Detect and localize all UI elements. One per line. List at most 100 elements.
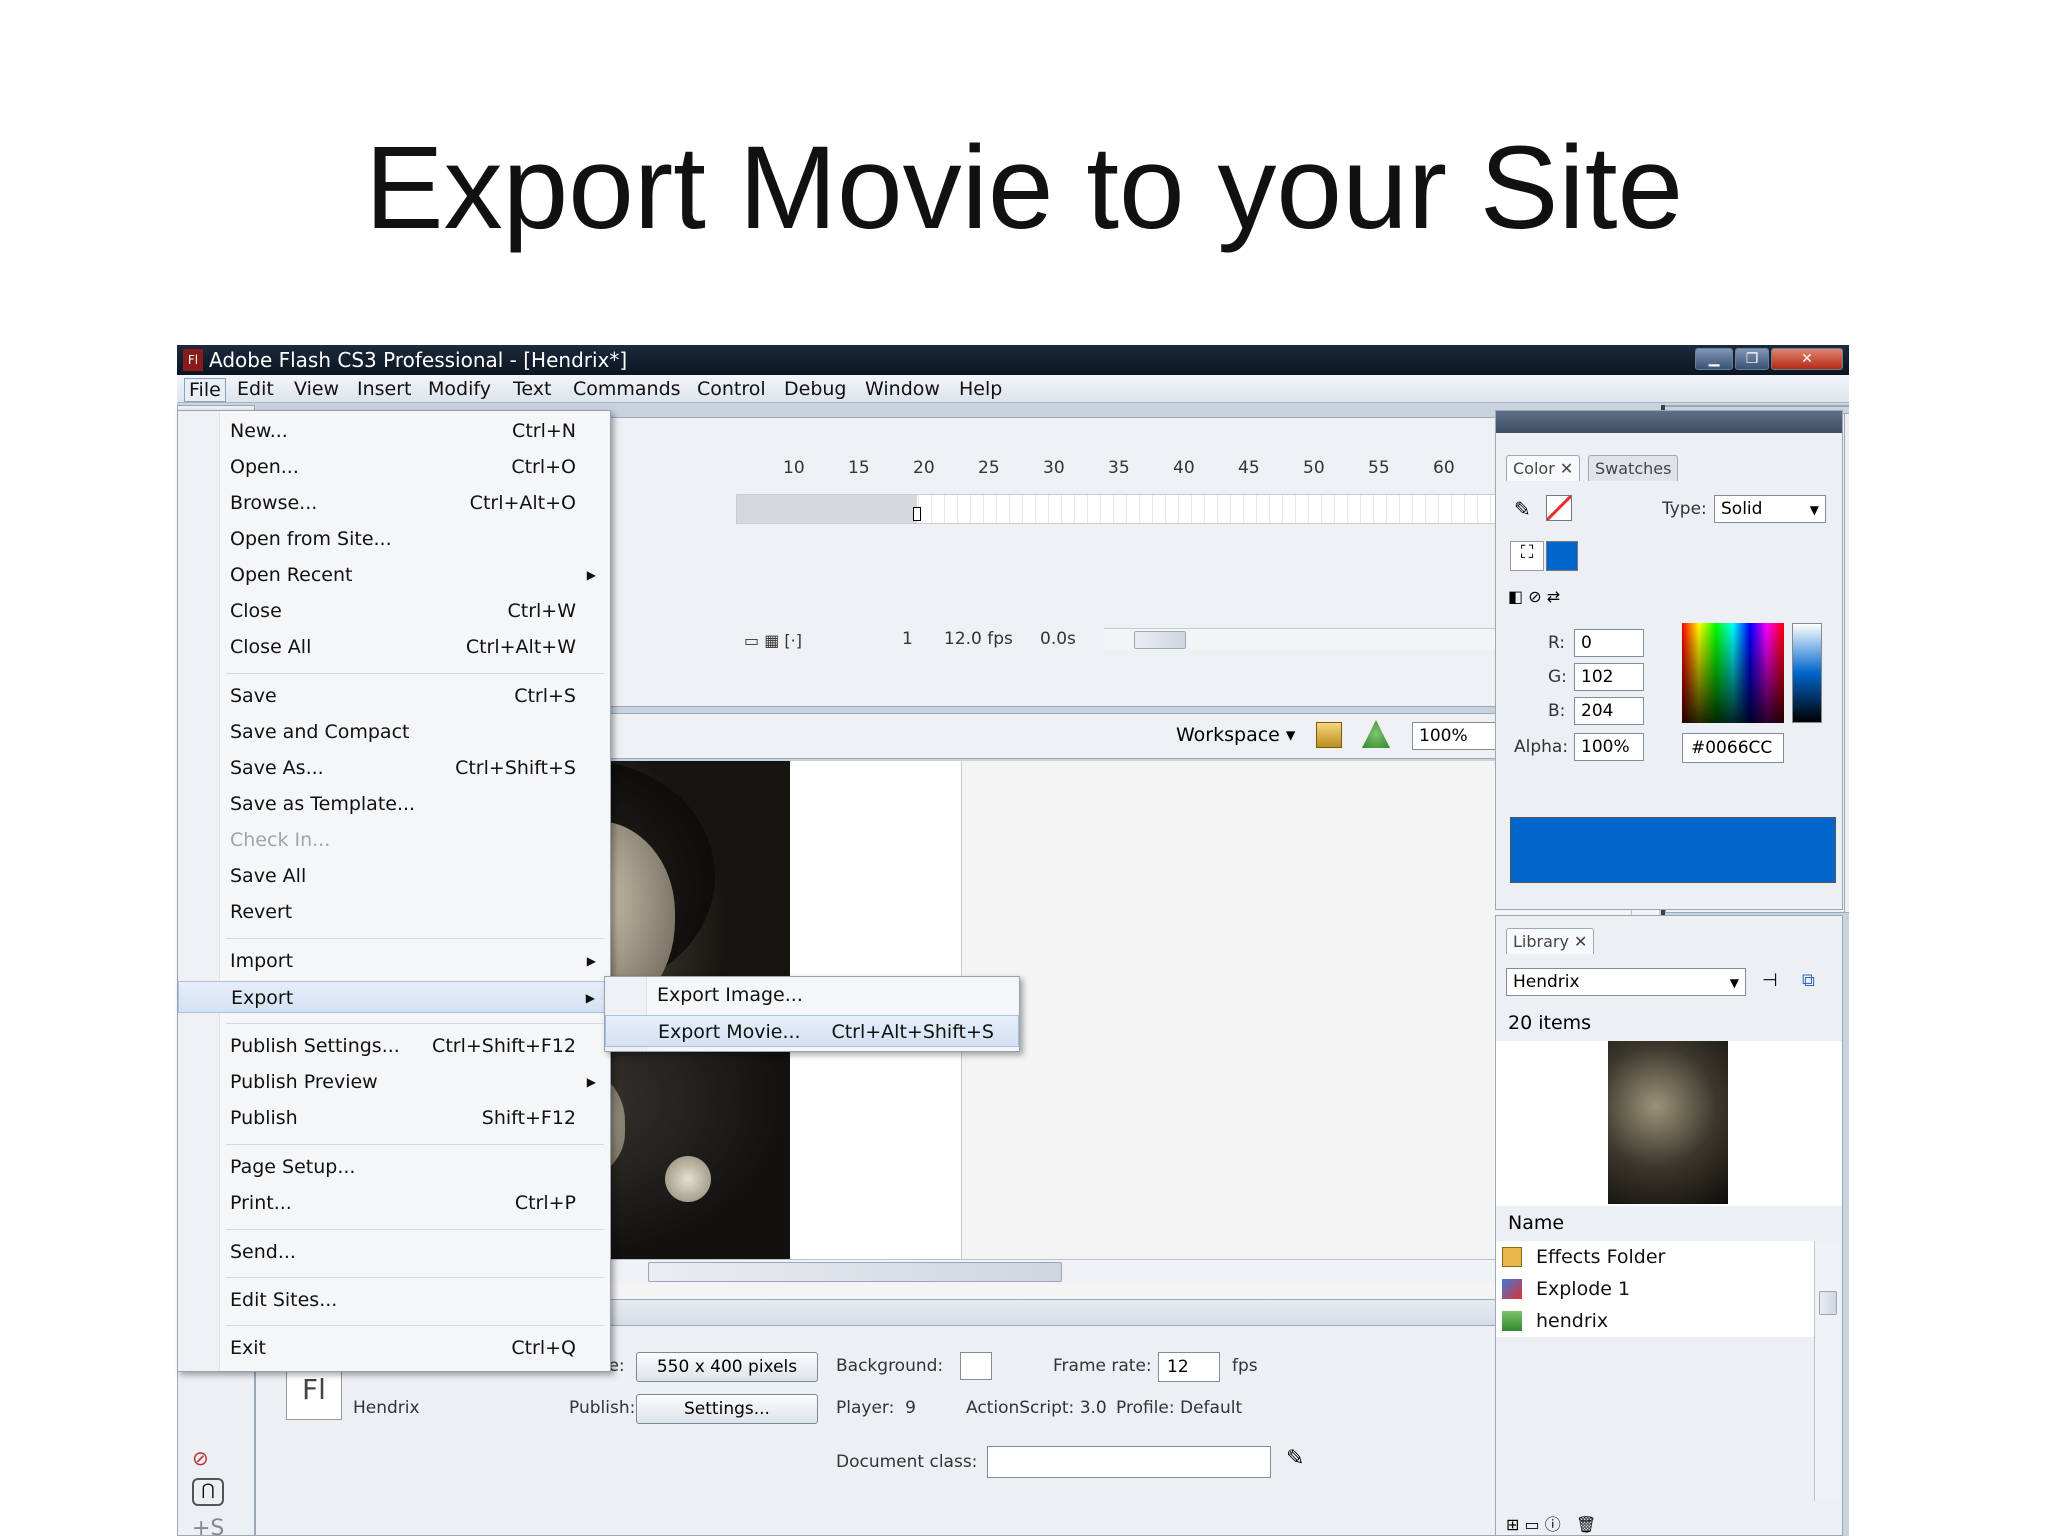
default-colors-icon[interactable]: ◧ ⊘ ⇄ (1508, 587, 1560, 606)
menu-item-revert[interactable]: Revert (178, 896, 610, 928)
menu-item-open[interactable]: Open... Ctrl+O (178, 451, 610, 483)
brightness-slider[interactable] (1792, 623, 1822, 723)
size-button[interactable]: 550 x 400 pixels (636, 1352, 818, 1382)
zoom-value: 100% (1419, 726, 1468, 746)
stroke-color-icon[interactable]: ✎ (1514, 497, 1531, 521)
menu-window[interactable]: Window (861, 378, 944, 400)
snap-magnet-icon[interactable]: ⋂ (192, 1478, 224, 1506)
menu-item-shortcut: Ctrl+Alt+O (469, 492, 576, 514)
add-layer-icon[interactable]: ▭ ▦ [·] (744, 631, 802, 650)
edit-scene-icon[interactable] (1316, 722, 1342, 748)
library-document-select[interactable]: Hendrix ▼ (1506, 968, 1746, 996)
color-panel: Color ✕ Swatches ✎ Type: Solid ▼ ⛶ ◧ ⊘ ⇄ … (1495, 410, 1843, 910)
scroll-thumb[interactable] (1134, 631, 1186, 649)
menu-item-page-setup[interactable]: Page Setup... (178, 1151, 610, 1183)
player-label: Player: (836, 1398, 895, 1418)
settings-button[interactable]: Settings... (636, 1394, 818, 1424)
menu-item-save-and-compact[interactable]: Save and Compact (178, 716, 610, 748)
edit-class-pencil-icon[interactable]: ✎ (1286, 1446, 1304, 1471)
menu-debug[interactable]: Debug (780, 378, 850, 400)
menu-item-save-all[interactable]: Save All (178, 860, 610, 892)
background-color-swatch[interactable] (960, 1352, 992, 1380)
menu-item-publish[interactable]: Publish Shift+F12 (178, 1102, 610, 1134)
fill-swatch[interactable] (1546, 541, 1578, 571)
menu-commands[interactable]: Commands (569, 378, 685, 400)
close-button[interactable]: ✕ (1771, 348, 1843, 370)
library-document-value: Hendrix (1513, 972, 1580, 992)
library-vscroll[interactable] (1814, 1241, 1840, 1501)
list-item[interactable]: Explode 1 (1496, 1273, 1814, 1305)
menu-item-publish-settings[interactable]: Publish Settings... Ctrl+Shift+F12 (178, 1030, 610, 1062)
tab-color[interactable]: Color ✕ (1506, 455, 1581, 481)
menu-item-export-image[interactable]: Export Image... (605, 979, 1019, 1011)
new-symbol-icon[interactable]: ⊞ ▭ ⓘ 🗑 (1506, 1511, 1596, 1535)
framerate-input[interactable]: 12 (1158, 1352, 1220, 1382)
no-color-icon[interactable]: ⊘ (192, 1446, 209, 1470)
b-input[interactable]: 204 (1574, 697, 1644, 725)
list-item-label: Explode 1 (1536, 1278, 1631, 1300)
menu-item-open-from-site[interactable]: Open from Site... (178, 523, 610, 555)
window-titlebar: Fl Adobe Flash CS3 Professional - [Hendr… (177, 345, 1849, 375)
smooth-icon[interactable]: +S (192, 1516, 224, 1536)
movieclip-icon (1502, 1279, 1522, 1299)
player-value: 9 (905, 1398, 916, 1418)
menu-item-export[interactable]: Export ▶ (178, 981, 610, 1013)
menu-item-publish-preview[interactable]: Publish Preview ▶ (178, 1066, 610, 1098)
fill-type-select[interactable]: Solid ▼ (1714, 495, 1826, 523)
list-item[interactable]: Effects Folder (1496, 1241, 1814, 1273)
timeline-frames[interactable] (736, 494, 1616, 524)
tab-library[interactable]: Library ✕ (1506, 928, 1595, 954)
menu-view[interactable]: View (290, 378, 343, 400)
scroll-thumb[interactable] (1819, 1291, 1837, 1315)
menu-modify[interactable]: Modify (424, 378, 495, 400)
workspace-dropdown[interactable]: Workspace ▾ (1176, 724, 1295, 746)
menu-control[interactable]: Control (693, 378, 770, 400)
menu-item-label: Print... (230, 1192, 292, 1214)
menu-item-close-all[interactable]: Close All Ctrl+Alt+W (178, 631, 610, 663)
slide-title: Export Movie to your Site (364, 122, 1684, 254)
menu-separator (226, 1229, 604, 1230)
fill-bucket-icon[interactable]: ⛶ (1510, 541, 1544, 571)
menu-help[interactable]: Help (955, 378, 1006, 400)
menu-item-print[interactable]: Print... Ctrl+P (178, 1187, 610, 1219)
menu-item-open-recent[interactable]: Open Recent ▶ (178, 559, 610, 591)
menu-item-close[interactable]: Close Ctrl+W (178, 595, 610, 627)
menu-item-export-movie[interactable]: Export Movie... Ctrl+Alt+Shift+S (605, 1015, 1019, 1047)
library-name-header[interactable]: Name (1508, 1212, 1564, 1234)
r-input[interactable]: 0 (1574, 629, 1644, 657)
tab-swatches[interactable]: Swatches (1588, 455, 1679, 481)
menu-item-label: Publish Settings... (230, 1035, 400, 1057)
menu-item-new[interactable]: New... Ctrl+N (178, 415, 610, 447)
menu-item-save-as-template[interactable]: Save as Template... (178, 788, 610, 820)
menu-item-save-as[interactable]: Save As... Ctrl+Shift+S (178, 752, 610, 784)
color-spectrum[interactable] (1682, 623, 1784, 723)
edit-symbols-icon[interactable] (1362, 720, 1390, 748)
menu-item-send[interactable]: Send... (178, 1236, 610, 1268)
list-item[interactable]: hendrix (1496, 1305, 1814, 1337)
restore-button[interactable]: ❐ (1735, 348, 1769, 370)
stroke-swatch[interactable] (1546, 495, 1572, 521)
folder-icon (1502, 1247, 1522, 1267)
menu-file[interactable]: File (184, 378, 226, 402)
ruler-tick-label: 25 (978, 458, 1000, 478)
menu-item-edit-sites[interactable]: Edit Sites... (178, 1284, 610, 1316)
g-input[interactable]: 102 (1574, 663, 1644, 691)
hex-input[interactable]: #0066CC (1682, 733, 1784, 763)
menu-item-browse[interactable]: Browse... Ctrl+Alt+O (178, 487, 610, 519)
menu-item-shortcut: Ctrl+Shift+S (455, 757, 576, 779)
new-library-panel-icon[interactable]: ⧉ (1802, 970, 1815, 991)
menu-insert[interactable]: Insert (353, 378, 416, 400)
menu-item-save[interactable]: Save Ctrl+S (178, 680, 610, 712)
alpha-input[interactable]: 100% (1574, 733, 1644, 761)
document-class-input[interactable] (987, 1446, 1271, 1478)
menu-edit[interactable]: Edit (233, 378, 278, 400)
menu-item-exit[interactable]: Exit Ctrl+Q (178, 1332, 610, 1364)
menu-text[interactable]: Text (509, 378, 555, 400)
menu-item-import[interactable]: Import ▶ (178, 945, 610, 977)
scroll-thumb[interactable] (648, 1262, 1062, 1282)
menu-item-label: Export (231, 987, 294, 1009)
menu-item-label: Check In... (230, 829, 331, 851)
pin-library-icon[interactable]: ⊣ (1762, 970, 1778, 991)
ruler-tick-label: 45 (1238, 458, 1260, 478)
minimize-button[interactable]: ▁ (1695, 348, 1733, 370)
